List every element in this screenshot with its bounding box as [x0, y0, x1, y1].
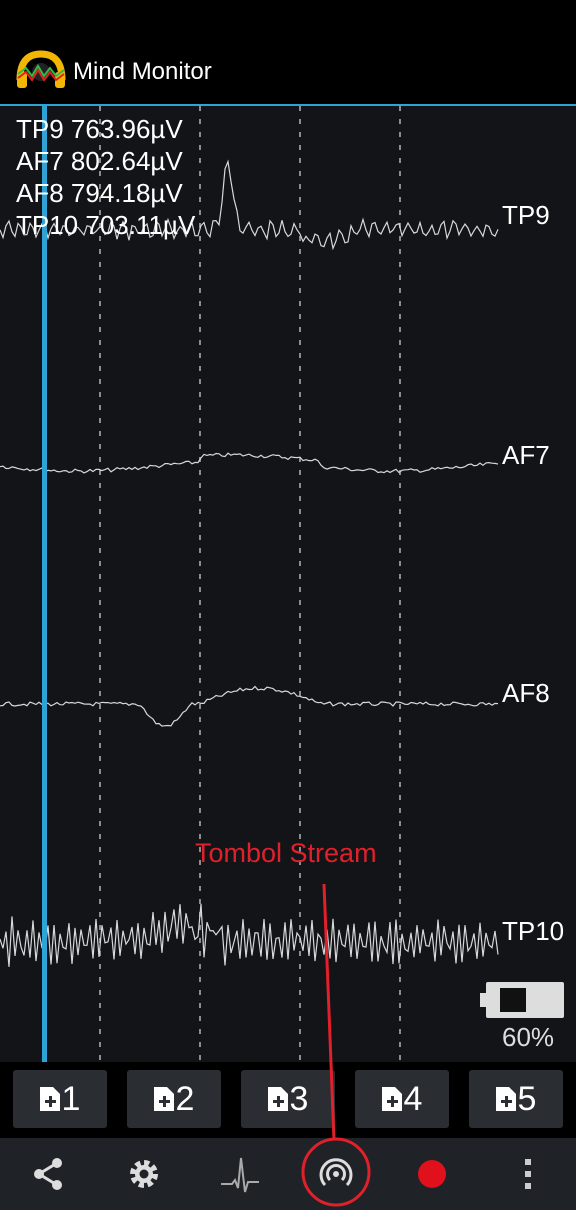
marker-label: 2	[175, 1079, 195, 1118]
mind-monitor-logo	[16, 50, 66, 88]
app-title: Mind Monitor	[73, 58, 212, 85]
eeg-graph: TP9 763.96µV AF7 802.64µV AF8 794.18µV T…	[0, 106, 576, 1062]
readout-tp10: TP10 703.11µV	[16, 210, 196, 240]
add-file-icon	[39, 1087, 60, 1111]
waveform-button[interactable]	[220, 1154, 260, 1194]
stream-icon	[319, 1158, 353, 1187]
annotation-label: Tombol Stream	[195, 838, 377, 868]
marker-bar: 1 2 3 4 5	[0, 1062, 576, 1138]
battery-percent: 60%	[502, 1022, 555, 1052]
more-vert-icon	[525, 1159, 531, 1189]
status-bar	[0, 0, 576, 38]
channel-label-af8: AF8	[502, 678, 550, 708]
sweep-cursor	[42, 106, 47, 1062]
marker-label: 3	[289, 1079, 309, 1118]
add-file-icon	[381, 1087, 402, 1111]
waveform-icon	[221, 1157, 259, 1193]
add-file-icon	[495, 1087, 516, 1111]
record-icon	[418, 1160, 446, 1188]
marker-label: 4	[403, 1079, 423, 1118]
marker-button-5[interactable]: 5	[469, 1070, 563, 1128]
trace-af8	[0, 685, 499, 727]
readout-af8: AF8 794.18µV	[16, 178, 183, 208]
settings-button[interactable]	[124, 1154, 164, 1194]
marker-button-2[interactable]: 2	[127, 1070, 221, 1128]
share-button[interactable]	[28, 1154, 68, 1194]
marker-label: 1	[61, 1079, 81, 1118]
marker-button-1[interactable]: 1	[13, 1070, 107, 1128]
marker-button-4[interactable]: 4	[355, 1070, 449, 1128]
add-file-icon	[153, 1087, 174, 1111]
add-file-icon	[267, 1087, 288, 1111]
marker-label: 5	[517, 1079, 537, 1118]
channel-label-af7: AF7	[502, 440, 550, 470]
readout-tp9: TP9 763.96µV	[16, 114, 183, 144]
more-button[interactable]	[508, 1154, 548, 1194]
stream-button[interactable]	[316, 1154, 356, 1194]
readout-af7: AF7 802.64µV	[16, 146, 183, 176]
share-icon	[34, 1158, 62, 1190]
marker-button-3[interactable]: 3	[241, 1070, 335, 1128]
battery-icon	[480, 982, 564, 1018]
record-button[interactable]	[412, 1154, 452, 1194]
trace-tp10	[0, 903, 499, 967]
channel-label-tp10: TP10	[502, 916, 565, 946]
gear-icon	[130, 1160, 158, 1188]
bottom-toolbar	[0, 1138, 576, 1210]
channel-label-tp9: TP9	[502, 200, 550, 230]
app-bar: Mind Monitor	[0, 38, 576, 106]
trace-af7	[0, 452, 499, 474]
eeg-graph-canvas	[0, 106, 499, 1062]
